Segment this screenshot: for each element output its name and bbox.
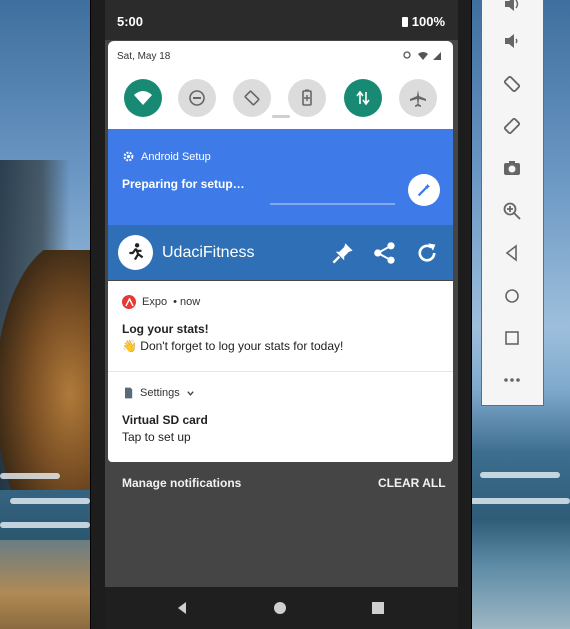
nav-back-button[interactable] bbox=[173, 599, 191, 617]
gear-icon bbox=[123, 151, 134, 162]
setup-title: Preparing for setup… bbox=[122, 177, 245, 191]
recents-icon bbox=[372, 602, 384, 614]
wallpaper-cliff bbox=[0, 250, 100, 490]
wallpaper-water bbox=[470, 520, 570, 629]
expo-title: Log your stats! bbox=[122, 322, 209, 336]
volume-down-icon bbox=[505, 34, 518, 48]
dnd-tile[interactable] bbox=[178, 79, 216, 117]
refresh-icon bbox=[418, 243, 436, 262]
wallpaper-wave bbox=[10, 498, 90, 504]
wifi-tile[interactable] bbox=[124, 79, 162, 117]
overview-square-icon bbox=[505, 331, 519, 345]
wallpaper-wave bbox=[0, 473, 60, 479]
chevron-down-icon bbox=[187, 390, 194, 396]
pin-button[interactable] bbox=[330, 240, 356, 266]
settings-title: Virtual SD card bbox=[122, 413, 208, 427]
navigation-bar bbox=[105, 587, 458, 629]
battery-icon bbox=[401, 17, 408, 27]
manage-notifications-button[interactable]: Manage notifications bbox=[122, 476, 241, 490]
status-bar: 5:00 100% bbox=[105, 0, 458, 40]
back-triangle-icon bbox=[505, 244, 517, 262]
back-button[interactable] bbox=[500, 241, 524, 265]
wallpaper-wave bbox=[480, 472, 560, 478]
volume-down-button[interactable] bbox=[500, 29, 524, 53]
more-icon bbox=[504, 378, 520, 382]
expo-icon bbox=[122, 295, 136, 309]
rotate-left-icon bbox=[503, 75, 521, 93]
qs-status-icons bbox=[403, 51, 443, 64]
setup-progress-bar bbox=[270, 203, 395, 205]
refresh-button[interactable] bbox=[414, 240, 440, 266]
quick-settings-panel[interactable]: Sat, May 18 bbox=[108, 41, 453, 129]
emulator-toolbar bbox=[481, 0, 544, 406]
expo-app-name: Expo bbox=[142, 296, 168, 308]
sd-card-icon bbox=[125, 387, 133, 399]
settings-app-name: Settings bbox=[140, 387, 180, 399]
airplane-icon bbox=[410, 90, 426, 107]
overview-button[interactable] bbox=[500, 326, 524, 350]
settings-body: Tap to set up bbox=[122, 430, 191, 444]
udacifitness-logo bbox=[118, 235, 153, 270]
rotate-tile[interactable] bbox=[233, 79, 271, 117]
share-button[interactable] bbox=[372, 240, 398, 266]
battery-level: 100% bbox=[411, 14, 445, 29]
auto-rotate-icon bbox=[244, 90, 260, 106]
settings-notification[interactable]: Settings Virtual SD card Tap to set up bbox=[108, 372, 453, 462]
setup-wand-button[interactable] bbox=[408, 174, 440, 206]
battery-status: 100% bbox=[401, 14, 445, 29]
zoom-in-icon bbox=[503, 202, 521, 220]
data-transfer-icon bbox=[356, 90, 370, 106]
home-icon bbox=[274, 602, 286, 614]
rotate-left-button[interactable] bbox=[500, 72, 524, 96]
udacifitness-notification[interactable]: UdaciFitness bbox=[108, 225, 453, 280]
runner-icon bbox=[128, 242, 143, 260]
android-setup-notification[interactable]: Android Setup Preparing for setup… bbox=[108, 129, 453, 225]
qs-date: Sat, May 18 bbox=[117, 51, 171, 62]
setup-app-name: Android Setup bbox=[141, 150, 211, 163]
wallpaper-wave bbox=[470, 498, 570, 504]
magic-wand-icon bbox=[417, 183, 431, 197]
clock: 5:00 bbox=[117, 14, 144, 29]
expo-time: • now bbox=[173, 296, 201, 308]
wifi-icon bbox=[134, 91, 152, 105]
settings-header: Settings bbox=[122, 387, 195, 399]
nav-recents-button[interactable] bbox=[369, 599, 387, 617]
pin-icon bbox=[332, 243, 353, 264]
home-circle-icon bbox=[505, 289, 519, 303]
expo-header: Expo • now bbox=[122, 295, 200, 309]
home-button[interactable] bbox=[500, 284, 524, 308]
wallpaper-wave bbox=[0, 522, 90, 528]
airplane-tile[interactable] bbox=[399, 79, 437, 117]
setup-header: Android Setup bbox=[122, 150, 211, 163]
back-icon bbox=[178, 602, 186, 614]
rotate-right-icon bbox=[503, 117, 521, 135]
rotate-right-button[interactable] bbox=[500, 114, 524, 138]
wallpaper-beach bbox=[0, 540, 100, 629]
udacifitness-title: UdaciFitness bbox=[162, 244, 255, 261]
camera-icon bbox=[504, 161, 520, 175]
clear-all-button[interactable]: CLEAR ALL bbox=[378, 476, 446, 490]
nav-home-button[interactable] bbox=[271, 599, 289, 617]
expo-notification[interactable]: Expo • now Log your stats! 👋 Don't forge… bbox=[108, 281, 453, 372]
battery-saver-icon bbox=[302, 89, 312, 106]
volume-up-button[interactable] bbox=[500, 0, 524, 16]
battery-saver-tile[interactable] bbox=[288, 79, 326, 117]
mobile-data-tile[interactable] bbox=[344, 79, 382, 117]
location-wifi-signal-icon bbox=[403, 51, 441, 60]
more-button[interactable] bbox=[500, 368, 524, 392]
qs-expand-handle[interactable] bbox=[272, 115, 290, 118]
screenshot-button[interactable] bbox=[500, 156, 524, 180]
share-icon bbox=[374, 242, 395, 264]
volume-up-icon bbox=[505, 0, 519, 11]
do-not-disturb-icon bbox=[189, 90, 205, 106]
expo-body: 👋 Don't forget to log your stats for tod… bbox=[122, 339, 344, 353]
zoom-button[interactable] bbox=[500, 199, 524, 223]
